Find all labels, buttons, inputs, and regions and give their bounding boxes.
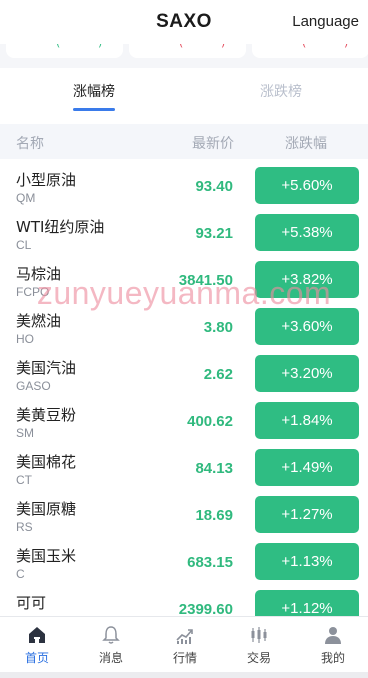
instrument-code: QM (16, 191, 36, 205)
quote-list: 小型原油 QM 93.40 +5.60% WTI纽约原油 CL 93.21 +5… (0, 162, 368, 616)
nav-messages-label: 消息 (98, 651, 123, 665)
change-badge: +3.60% (255, 308, 359, 345)
table-header: 名称 最新价 涨跌幅 (0, 124, 368, 159)
change-badge: +1.84% (255, 402, 359, 439)
instrument-code: FCPO (16, 285, 50, 299)
table-row[interactable]: 美国棉花 CT 84.13 +1.49% (0, 444, 368, 491)
nav-home[interactable]: 首页 (0, 617, 74, 678)
last-price: 683.15 (187, 554, 233, 571)
instrument-code: C (16, 567, 25, 581)
last-price: 400.62 (187, 413, 233, 430)
nav-market-label: 行情 (172, 651, 197, 665)
instrument-code: HO (16, 332, 34, 346)
nav-messages[interactable]: 消息 (74, 617, 148, 678)
candlestick-icon (251, 627, 267, 643)
instrument-name: 美燃油 (16, 312, 62, 330)
last-price: 2399.60 (178, 601, 233, 616)
instrument-code: RS (16, 520, 33, 534)
instrument-name: 马棕油 (16, 265, 62, 283)
instrument-code: CL (16, 238, 32, 252)
table-row[interactable]: 小型原油 QM 93.40 +5.60% (0, 162, 368, 209)
last-price: 93.21 (195, 225, 233, 242)
home-indicator-bar (0, 672, 368, 678)
change-badge: +3.82% (255, 261, 359, 298)
instrument-name: WTI纽约原油 (16, 218, 105, 236)
table-row[interactable]: 美国汽油 GASO 2.62 +3.20% (0, 350, 368, 397)
change-badge: +5.60% (255, 167, 359, 204)
change-badge: +1.49% (255, 449, 359, 486)
instrument-name: 美国原糖 (16, 500, 77, 518)
bell-icon (102, 626, 120, 644)
change-badge: +1.12% (255, 590, 359, 616)
table-row[interactable]: 美黄豆粉 SM 400.62 +1.84% (0, 397, 368, 444)
change-badge: +5.38% (255, 214, 359, 251)
instrument-code: SM (16, 426, 34, 440)
last-price: 2.62 (203, 366, 233, 383)
table-row[interactable]: 美国玉米 C 683.15 +1.13% (0, 538, 368, 585)
instrument-name: 小型原油 (16, 171, 77, 189)
instrument-name: 美国汽油 (16, 359, 77, 377)
column-header-name: 名称 (16, 136, 44, 152)
table-row[interactable]: WTI纽约原油 CL 93.21 +5.38% (0, 209, 368, 256)
table-row[interactable]: 可可 2399.60 +1.12% (0, 585, 368, 616)
tab-movers[interactable]: 涨跌榜 (216, 81, 346, 101)
language-button[interactable]: Language (292, 13, 359, 30)
change-badge: +1.27% (255, 496, 359, 533)
table-row[interactable]: 马棕油 FCPO 3841.50 +3.82% (0, 256, 368, 303)
nav-home-label: 首页 (24, 651, 49, 665)
last-price: 18.69 (195, 507, 233, 524)
table-row[interactable]: 美燃油 HO 3.80 +3.60% (0, 303, 368, 350)
active-tab-indicator (73, 108, 115, 111)
nav-trade-label: 交易 (246, 651, 271, 665)
tab-gainers[interactable]: 涨幅榜 (29, 81, 159, 101)
instrument-code: CT (16, 473, 32, 487)
column-header-price: 最新价 (192, 136, 234, 152)
nav-trade[interactable]: 交易 (222, 617, 296, 678)
last-price: 84.13 (195, 460, 233, 477)
nav-market[interactable]: 行情 (148, 617, 222, 678)
instrument-name: 美国玉米 (16, 547, 77, 565)
nav-profile[interactable]: 我的 (296, 617, 368, 678)
instrument-name: 可可 (16, 594, 47, 612)
bottom-navigation: 首页 消息 行情 交易 我的 (0, 616, 368, 678)
last-price: 3841.50 (178, 272, 233, 289)
change-badge: +3.20% (255, 355, 359, 392)
chart-icon (176, 629, 193, 644)
instrument-code: GASO (16, 379, 51, 393)
top-bar: SAXO Language (0, 0, 368, 44)
ranking-tabs: 涨幅榜 涨跌榜 (0, 68, 368, 124)
user-icon (325, 627, 341, 644)
table-row[interactable]: 美国原糖 RS 18.69 +1.27% (0, 491, 368, 538)
nav-profile-label: 我的 (320, 651, 345, 665)
column-header-change: 涨跌幅 (285, 136, 327, 152)
last-price: 3.80 (203, 319, 233, 336)
last-price: 93.40 (195, 178, 233, 195)
home-icon (29, 627, 45, 643)
change-badge: +1.13% (255, 543, 359, 580)
instrument-name: 美国棉花 (16, 453, 77, 471)
instrument-name: 美黄豆粉 (16, 406, 77, 424)
